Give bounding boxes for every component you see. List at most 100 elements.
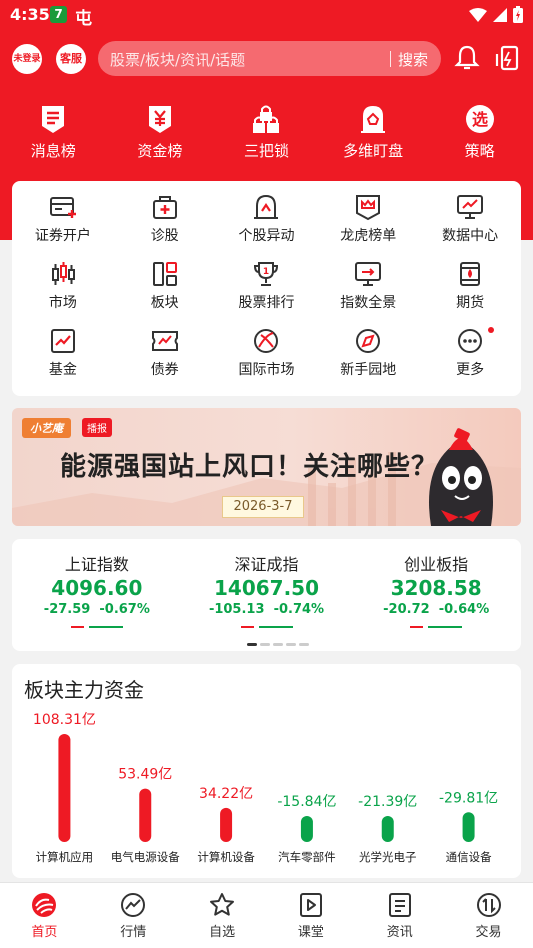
search-button[interactable]: 搜索 [398, 49, 428, 70]
promo-banner[interactable]: 小艺庵 播报 能源强国站上风口！关注哪些？ 2026-3-7 [12, 408, 521, 526]
play-screen-icon [299, 893, 322, 917]
top-nav-news-rank[interactable]: 消息榜 [0, 104, 107, 166]
search-divider [390, 51, 391, 67]
tab-trade[interactable]: 交易 [444, 883, 533, 948]
index-pager[interactable] [247, 643, 309, 646]
bottom-tab-bar: 首页 行情 自选 课堂 资讯 交易 [0, 882, 533, 948]
select-circle-icon: 选 [465, 105, 494, 133]
search-bar[interactable]: 股票/板块/资讯/话题 搜索 [98, 41, 441, 76]
svg-text:选: 选 [472, 110, 488, 129]
flow-value-label: -21.39亿 [358, 794, 417, 810]
phone-icon[interactable] [493, 44, 521, 72]
exchange-icon [476, 893, 501, 917]
flow-category-label: 汽车零部件 [278, 850, 336, 864]
grid-item-bonds[interactable]: 债券 [114, 327, 216, 394]
banner-tag: 小艺庵 [22, 418, 71, 438]
system-icons [469, 6, 523, 23]
flow-category-label: 计算机设备 [197, 850, 255, 864]
oil-drop-icon [460, 262, 481, 286]
notification-dot [488, 327, 494, 333]
tab-watchlist[interactable]: 自选 [178, 883, 267, 948]
yen-tag-icon [148, 106, 171, 133]
flow-bar [58, 734, 71, 842]
grid-item-stock-ranking[interactable]: 1 股票排行 [216, 260, 318, 327]
grid-item-market[interactable]: 市场 [12, 260, 114, 327]
grid-item-more[interactable]: 更多 [419, 327, 521, 394]
notification-app-icon: 7 [50, 6, 67, 23]
flow-bar [300, 816, 313, 842]
blocks-icon [152, 262, 177, 286]
search-input[interactable]: 股票/板块/资讯/话题 [110, 49, 245, 70]
trophy-icon: 1 [254, 262, 279, 286]
feature-grid-card: 证券开户 诊股 个股异动 龙虎榜单 数据中心 市场 板块 1 股票排行 指数全景… [12, 181, 521, 396]
market-index-card[interactable]: 上证指数 4096.60 -27.59 -0.67% 深证成指 14067.50… [12, 539, 521, 651]
flow-category-label: 电气电源设备 [111, 850, 180, 864]
sector-capital-flow-card[interactable]: 板块主力资金 108.31亿 计算机应用 53.49亿 电气电源设备 34.22亿 计算机… [12, 664, 521, 878]
grid-item-open-account[interactable]: 证券开户 [12, 193, 114, 260]
flow-bar [139, 788, 152, 842]
flow-value-label: 34.22亿 [199, 786, 253, 802]
wifi-icon [469, 7, 487, 22]
screen-arrow-icon [355, 262, 382, 286]
grid-item-sectors[interactable]: 板块 [114, 260, 216, 327]
banner-tag-broadcast: 播报 [82, 418, 112, 437]
index-sparkline [70, 626, 123, 628]
grid-item-beginner[interactable]: 新手园地 [317, 327, 419, 394]
pager-dot [286, 643, 296, 646]
index-row: 上证指数 4096.60 -27.59 -0.67% 深证成指 14067.50… [12, 539, 521, 628]
tab-home[interactable]: 首页 [0, 883, 89, 948]
pager-dot [273, 643, 283, 646]
candlestick-icon [51, 262, 75, 285]
flow-category-label: 计算机应用 [36, 850, 94, 864]
bell-icon[interactable] [453, 44, 481, 72]
trend-box-icon [50, 329, 75, 353]
feature-grid: 证券开户 诊股 个股异动 龙虎榜单 数据中心 市场 板块 1 股票排行 指数全景… [12, 181, 521, 394]
signal-icon [493, 7, 507, 22]
login-button[interactable]: 未登录 [12, 44, 42, 74]
notification-app-icon-2: 屯 [75, 9, 92, 29]
card-plus-icon [49, 197, 76, 218]
index-shanghai[interactable]: 上证指数 4096.60 -27.59 -0.67% [12, 551, 182, 628]
grid-item-diagnose[interactable]: 诊股 [114, 193, 216, 260]
flow-value-label: 53.49亿 [118, 767, 172, 783]
crown-badge-icon [356, 195, 381, 221]
top-nav: 消息榜 资金榜 三把锁 多维盯盘 选 策略 [0, 104, 533, 166]
flow-category-label: 光学光电子 [359, 850, 417, 864]
top-nav-three-locks[interactable]: 三把锁 [213, 104, 320, 166]
grid-item-data-center[interactable]: 数据中心 [419, 193, 521, 260]
monitor-chart-icon [457, 195, 484, 219]
tab-classroom[interactable]: 课堂 [266, 883, 355, 948]
flow-category-label: 通信设备 [446, 850, 492, 864]
news-icon [388, 893, 411, 917]
battery-icon [513, 6, 523, 23]
doc-list-icon [42, 106, 65, 133]
flow-bar [220, 807, 233, 842]
grid-item-stock-alert[interactable]: 个股异动 [216, 193, 318, 260]
home-logo-icon [32, 893, 57, 917]
customer-service-button[interactable]: 客服 [56, 44, 86, 74]
index-chinext[interactable]: 创业板指 3208.58 -20.72 -0.64% [351, 551, 521, 628]
banner-date: 2026-3-7 [222, 496, 304, 518]
top-nav-fund-rank[interactable]: 资金榜 [107, 104, 214, 166]
grid-item-dragon-tiger[interactable]: 龙虎榜单 [317, 193, 419, 260]
stock-alert-icon [254, 194, 279, 219]
top-nav-multi-monitor[interactable]: 多维盯盘 [320, 104, 427, 166]
star-icon [210, 893, 235, 916]
house-monitor-icon [361, 106, 386, 133]
grid-item-funds[interactable]: 基金 [12, 327, 114, 394]
index-sparkline [410, 626, 463, 628]
index-shenzhen[interactable]: 深证成指 14067.50 -105.13 -0.74% [182, 551, 352, 628]
grid-item-futures[interactable]: 期货 [419, 260, 521, 327]
tab-news[interactable]: 资讯 [355, 883, 444, 948]
more-dots-icon [458, 329, 483, 353]
svg-text:1: 1 [263, 267, 269, 277]
mascot-icon [429, 428, 493, 526]
top-nav-strategy[interactable]: 选 策略 [426, 104, 533, 166]
flow-bar [381, 816, 394, 842]
flow-value-label: -29.81亿 [439, 790, 498, 806]
pager-dot [247, 643, 257, 646]
pager-dot [260, 643, 270, 646]
grid-item-global-market[interactable]: 国际市场 [216, 327, 318, 394]
tab-quotes[interactable]: 行情 [89, 883, 178, 948]
grid-item-index-panorama[interactable]: 指数全景 [317, 260, 419, 327]
